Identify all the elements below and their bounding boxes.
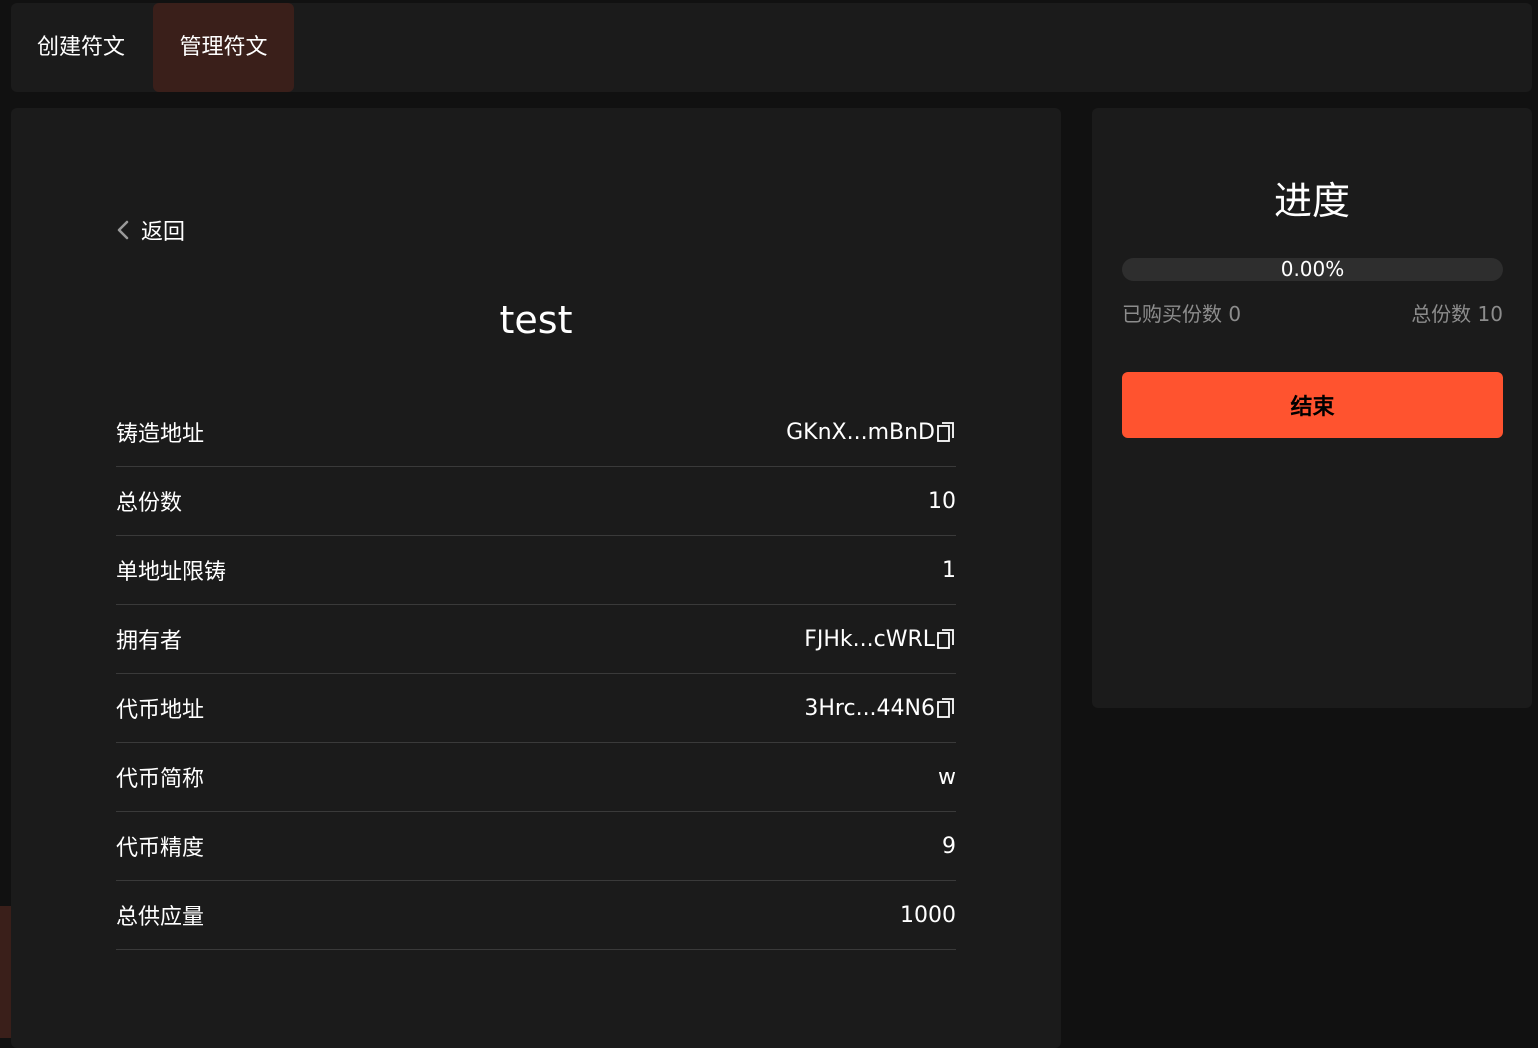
detail-row-mint-address: 铸造地址 GKnX...mBnD — [116, 398, 956, 467]
copy-icon[interactable] — [936, 628, 956, 650]
top-tab-bar: 创建符文 管理符文 — [11, 3, 1532, 92]
row-label: 代币地址 — [116, 698, 205, 723]
owner-value: FJHk...cWRL — [804, 626, 935, 652]
chevron-left-icon — [117, 220, 129, 240]
progress-title: 进度 — [1273, 179, 1350, 223]
detail-row-total-shares: 总份数 10 — [116, 467, 956, 536]
progress-percent: 0.00% — [1280, 258, 1345, 281]
token-decimals-value: 9 — [942, 833, 956, 859]
copy-icon[interactable] — [936, 697, 956, 719]
tab-create-rune[interactable]: 创建符文 — [11, 3, 151, 92]
token-symbol-value: w — [938, 764, 956, 790]
detail-list: 铸造地址 GKnX...mBnD 总份数 10 单地址限铸 1 拥有者 FJHk… — [116, 398, 956, 950]
detail-row-token-address: 代币地址 3Hrc...44N6 — [116, 674, 956, 743]
tab-manage-rune[interactable]: 管理符文 — [153, 3, 294, 92]
mint-limit-value: 1 — [942, 557, 956, 583]
row-label: 拥有者 — [116, 629, 183, 654]
row-label: 总份数 — [116, 491, 183, 516]
mint-address-value: GKnX...mBnD — [786, 419, 935, 445]
rune-detail-card: 返回 test 铸造地址 GKnX...mBnD 总份数 10 单地址限铸 1 … — [11, 108, 1061, 1048]
back-label: 返回 — [141, 220, 186, 245]
row-label: 铸造地址 — [116, 422, 205, 447]
progress-bar: 0.00% — [1122, 258, 1503, 281]
detail-row-token-decimals: 代币精度 9 — [116, 812, 956, 881]
row-value: GKnX...mBnD — [786, 420, 956, 445]
row-label: 代币简称 — [116, 767, 205, 792]
token-name: test — [499, 298, 573, 342]
row-label: 代币精度 — [116, 836, 205, 861]
row-value: FJHk...cWRL — [804, 627, 956, 652]
total-supply-value: 1000 — [900, 902, 956, 928]
token-address-value: 3Hrc...44N6 — [804, 695, 935, 721]
row-label: 总供应量 — [116, 905, 205, 930]
purchased-shares: 已购买份数 0 — [1122, 302, 1242, 326]
detail-row-token-symbol: 代币简称 w — [116, 743, 956, 812]
detail-row-mint-limit: 单地址限铸 1 — [116, 536, 956, 605]
row-value: 3Hrc...44N6 — [804, 696, 956, 721]
total-shares: 总份数 10 — [1411, 302, 1503, 326]
end-button[interactable]: 结束 — [1122, 372, 1503, 438]
progress-card: 进度 0.00% 已购买份数 0 总份数 10 结束 — [1092, 108, 1532, 708]
back-button[interactable]: 返回 — [115, 214, 185, 246]
edge-accent — [0, 906, 11, 1038]
detail-row-total-supply: 总供应量 1000 — [116, 881, 956, 950]
copy-icon[interactable] — [936, 421, 956, 443]
row-label: 单地址限铸 — [116, 560, 227, 585]
detail-row-owner: 拥有者 FJHk...cWRL — [116, 605, 956, 674]
total-shares-value: 10 — [928, 488, 956, 514]
